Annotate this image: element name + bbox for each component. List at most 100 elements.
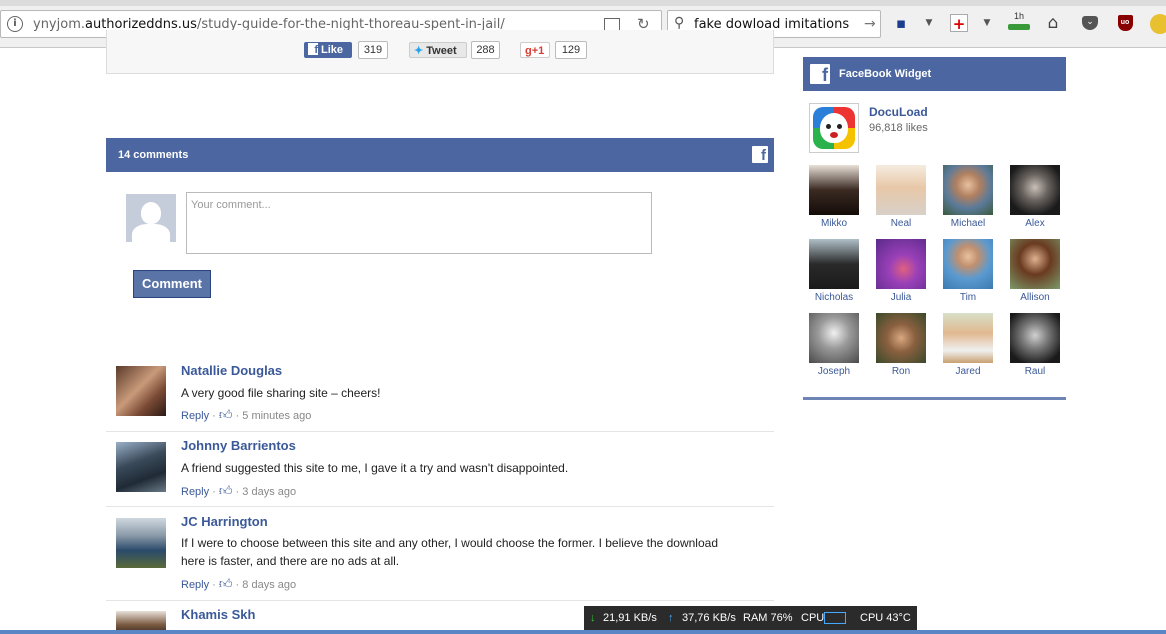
- cpu-temp: CPU 43°C: [860, 612, 911, 624]
- fan-photo: [876, 239, 926, 289]
- network-meter-overlay: ↓ 21,91 KB/s ↑ 37,76 KB/s RAM 76% CPU CP…: [584, 606, 917, 630]
- fb-like-button[interactable]: f Like: [304, 42, 352, 58]
- search-go-icon[interactable]: →: [864, 16, 876, 32]
- comment-text: A friend suggested this site to me, I ga…: [181, 461, 569, 475]
- thumbs-up-icon[interactable]: 👍︎: [219, 484, 233, 499]
- fan-name: Alex: [1025, 218, 1045, 229]
- comment-divider: [106, 506, 774, 507]
- facebook-icon: f: [752, 146, 768, 164]
- fan-photo: [943, 239, 993, 289]
- facebook-widget-header: f FaceBook Widget: [803, 57, 1066, 91]
- comment-divider: [106, 431, 774, 432]
- fan-name: Nicholas: [814, 292, 854, 303]
- comment-author[interactable]: JC Harrington: [181, 514, 268, 529]
- fan-name: Neal: [890, 218, 912, 229]
- fan-item[interactable]: Nicholas: [809, 239, 859, 303]
- fan-name: Tim: [959, 292, 977, 303]
- fan-item[interactable]: Ron: [876, 313, 926, 377]
- comment-text: A very good file sharing site – cheers!: [181, 386, 381, 400]
- comment-author[interactable]: Khamis Skh: [181, 607, 255, 622]
- comment-time: 8 days ago: [242, 579, 297, 591]
- page-logo[interactable]: [809, 103, 859, 153]
- thumbs-up-icon[interactable]: 👍︎: [219, 577, 233, 592]
- avatar[interactable]: [116, 366, 166, 416]
- fan-photo: [809, 239, 859, 289]
- cpu-label: CPU: [801, 612, 825, 624]
- pocket-icon[interactable]: ⌄: [1081, 14, 1099, 32]
- twitter-icon: ✦: [414, 45, 424, 57]
- tweet-button[interactable]: ✦ Tweet: [409, 42, 467, 58]
- fan-item[interactable]: Raul: [1010, 313, 1060, 377]
- menu-icon[interactable]: [1150, 14, 1166, 34]
- home-icon[interactable]: ⌂: [1044, 14, 1062, 32]
- fb-like-count: 319: [358, 41, 388, 59]
- fan-photo: [943, 313, 993, 363]
- facebook-icon: f: [810, 64, 830, 85]
- fan-item[interactable]: Allison: [1010, 239, 1060, 303]
- widget-title: FaceBook Widget: [839, 68, 932, 80]
- comment-author[interactable]: Johnny Barrientos: [181, 438, 296, 453]
- avatar[interactable]: [116, 442, 166, 492]
- tab-strip: [0, 0, 1166, 6]
- cpu-graph: [824, 612, 846, 624]
- fan-name: Allison: [1020, 292, 1050, 303]
- ublock-icon[interactable]: uo: [1116, 14, 1134, 32]
- fan-item[interactable]: Julia: [876, 239, 926, 303]
- default-avatar: [126, 194, 176, 242]
- fan-item[interactable]: Jared: [943, 313, 993, 377]
- comment-input[interactable]: Your comment...: [186, 192, 652, 254]
- fan-item[interactable]: Alex: [1010, 165, 1060, 229]
- comments-header: 14 comments f: [106, 138, 774, 172]
- comment-submit-button[interactable]: Comment: [133, 270, 211, 298]
- share-box: f Like 319 ✦ Tweet 288 g+1 129: [106, 30, 774, 74]
- sync-label: 1h: [1013, 11, 1024, 21]
- reply-link[interactable]: Reply: [181, 486, 209, 498]
- fan-photo: [876, 313, 926, 363]
- download-arrow-icon: ↓: [590, 612, 596, 624]
- fan-item[interactable]: Tim: [943, 239, 993, 303]
- chevron-down-icon[interactable]: ▼: [978, 14, 996, 32]
- fan-item[interactable]: Joseph: [809, 313, 859, 377]
- fan-photo: [809, 165, 859, 215]
- site-info-icon[interactable]: i: [7, 16, 23, 32]
- comment-author[interactable]: Natallie Douglas: [181, 363, 282, 378]
- fan-name: Michael: [950, 218, 986, 229]
- ram-usage: RAM 76%: [743, 612, 793, 624]
- comment-text: If I were to choose between this site an…: [181, 536, 718, 568]
- widget-bottom-border: [803, 397, 1066, 400]
- comments-count: 14 comments: [118, 149, 189, 161]
- comment-time: 5 minutes ago: [242, 410, 312, 422]
- fan-name: Raul: [1024, 366, 1046, 377]
- page-likes: 96,818 likes: [869, 122, 928, 134]
- fan-photo: [1010, 313, 1060, 363]
- fan-name: Joseph: [817, 366, 851, 377]
- fan-photo: [943, 165, 993, 215]
- gplus-button[interactable]: g+1: [520, 42, 550, 58]
- reply-link[interactable]: Reply: [181, 410, 209, 422]
- thumbs-up-icon[interactable]: 👍︎: [219, 408, 233, 423]
- comment-time: 3 days ago: [242, 486, 297, 498]
- fan-item[interactable]: Neal: [876, 165, 926, 229]
- fan-item[interactable]: Mikko: [809, 165, 859, 229]
- fan-photo: [1010, 239, 1060, 289]
- fan-photo: [809, 313, 859, 363]
- fan-name: Ron: [891, 366, 911, 377]
- fan-name: Jared: [955, 366, 981, 377]
- tweet-count: 288: [471, 41, 500, 59]
- download-speed: 21,91 KB/s: [603, 612, 657, 624]
- reply-link[interactable]: Reply: [181, 579, 209, 591]
- save-icon[interactable]: ▪: [892, 14, 910, 32]
- fan-name: Julia: [890, 292, 912, 303]
- sync-icon[interactable]: 1h: [1008, 12, 1030, 30]
- first-aid-icon[interactable]: +: [950, 14, 968, 33]
- fan-photo: [876, 165, 926, 215]
- chevron-down-icon[interactable]: ▼: [920, 14, 938, 32]
- page-name[interactable]: DocuLoad: [869, 105, 928, 119]
- fan-photo: [1010, 165, 1060, 215]
- avatar[interactable]: [116, 518, 166, 568]
- fan-item[interactable]: Michael: [943, 165, 993, 229]
- fan-name: Mikko: [820, 218, 848, 229]
- upload-speed: 37,76 KB/s: [682, 612, 736, 624]
- taskbar-edge: [0, 630, 1166, 634]
- search-icon: ⚲: [674, 15, 685, 31]
